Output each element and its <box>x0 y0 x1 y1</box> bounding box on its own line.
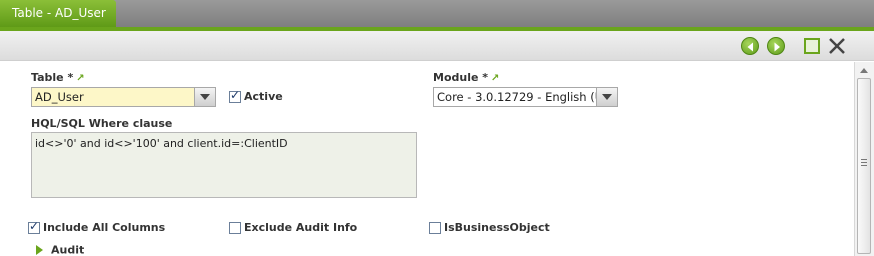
left-arrow-circle-icon <box>747 42 753 52</box>
table-select[interactable]: AD_User <box>31 87 216 107</box>
link-arrow-icon[interactable]: ↗ <box>76 73 84 84</box>
expand-triangle-icon <box>36 245 43 255</box>
hql-where-label: HQL/SQL Where clause <box>31 117 173 130</box>
previous-record-button[interactable] <box>741 37 759 55</box>
exclude-audit-info-checkbox[interactable] <box>229 222 241 234</box>
chevron-down-icon[interactable] <box>596 88 617 106</box>
record-form: Table *↗ AD_User Active Module *↗ Core -… <box>0 62 854 256</box>
link-arrow-icon[interactable]: ↗ <box>491 73 499 84</box>
is-business-object-label: IsBusinessObject <box>444 221 550 234</box>
active-label: Active <box>244 90 283 103</box>
table-label: Table * ↗ <box>31 71 85 84</box>
tab-bar: Table - AD_User <box>0 0 874 30</box>
scroll-up-icon[interactable] <box>857 64 872 78</box>
module-label-text: Module * <box>433 71 489 84</box>
is-business-object-checkbox[interactable] <box>429 222 441 234</box>
vertical-scrollbar[interactable] <box>854 62 874 256</box>
maximize-button[interactable] <box>804 38 820 54</box>
toolbar <box>0 31 874 61</box>
table-select-value[interactable]: AD_User <box>32 88 195 106</box>
hql-where-textarea[interactable]: id<>'0' and id<>'100' and client.id=:Cli… <box>31 132 417 198</box>
include-all-columns-checkbox[interactable] <box>28 219 40 234</box>
audit-section-toggle[interactable]: Audit <box>36 243 84 256</box>
table-label-text: Table * <box>31 71 74 84</box>
active-checkbox[interactable] <box>229 88 241 103</box>
grip-icon <box>861 159 867 166</box>
module-label: Module * ↗ <box>433 71 499 84</box>
right-arrow-circle-icon <box>774 42 780 52</box>
audit-section-label: Audit <box>51 243 85 256</box>
close-icon <box>829 38 845 54</box>
module-select-value[interactable]: Core - 3.0.12729 - English (U <box>434 88 597 106</box>
include-all-columns-label: Include All Columns <box>43 221 166 234</box>
exclude-audit-info-label: Exclude Audit Info <box>244 221 358 234</box>
next-record-button[interactable] <box>767 37 785 55</box>
tab-table-ad-user[interactable]: Table - AD_User <box>0 0 116 27</box>
module-select[interactable]: Core - 3.0.12729 - English (U <box>433 87 618 107</box>
scrollbar-thumb[interactable] <box>857 78 871 254</box>
close-button[interactable] <box>828 37 846 55</box>
chevron-down-icon[interactable] <box>194 88 215 106</box>
